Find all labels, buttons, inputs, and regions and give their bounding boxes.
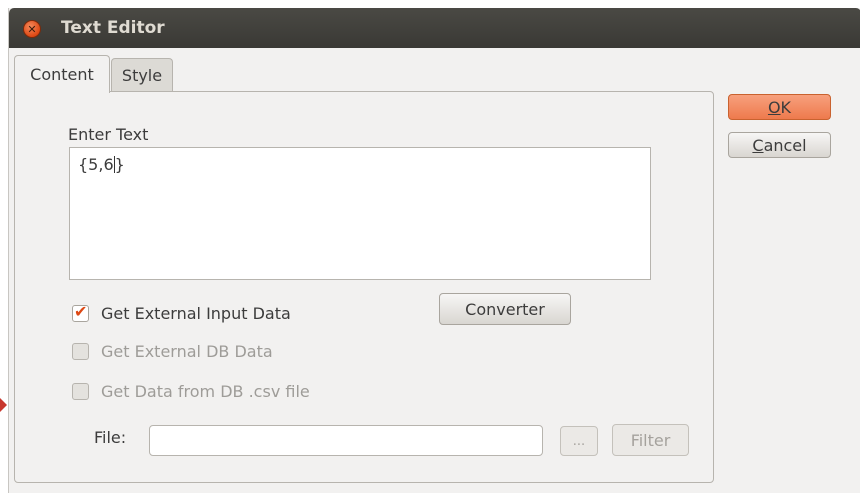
- browse-button: ...: [560, 426, 598, 456]
- text-input-area[interactable]: {5,6}: [69, 147, 651, 280]
- window-title: Text Editor: [61, 18, 165, 38]
- close-icon[interactable]: ✕: [23, 20, 41, 38]
- ok-mnemonic: O: [767, 97, 781, 117]
- filter-button: Filter: [612, 424, 689, 456]
- checkbox-db-csv: Get Data from DB .csv file: [72, 380, 310, 402]
- file-label: File:: [94, 428, 127, 447]
- cancel-button[interactable]: Cancel: [728, 132, 831, 158]
- ok-button[interactable]: OK: [728, 94, 831, 120]
- checkbox-label-db-csv: Get Data from DB .csv file: [101, 381, 310, 401]
- converter-button[interactable]: Converter: [439, 293, 571, 325]
- checkbox-label-external-db: Get External DB Data: [101, 341, 273, 361]
- title-bar: ✕ Text Editor: [9, 8, 860, 48]
- checkbox-box-db-csv: [72, 382, 89, 400]
- cancel-mnemonic: C: [752, 135, 764, 155]
- checkbox-label-external-input: Get External Input Data: [101, 303, 291, 323]
- checkmark-icon[interactable]: [72, 302, 89, 322]
- text-value-end: }: [114, 155, 125, 174]
- checkbox-external-input[interactable]: Get External Input Data: [72, 302, 291, 324]
- tab-style[interactable]: Style: [111, 58, 173, 92]
- checkbox-external-db: Get External DB Data: [72, 340, 273, 362]
- cancel-label-rest: ancel: [763, 135, 807, 155]
- edge-arrow-icon: [0, 398, 7, 412]
- text-value: {5,6: [78, 155, 114, 174]
- tab-content[interactable]: Content: [14, 55, 110, 93]
- checkbox-box-external-db: [72, 342, 89, 360]
- file-path-input[interactable]: [149, 425, 543, 456]
- enter-text-label: Enter Text: [68, 125, 149, 144]
- ok-label-rest: K: [780, 97, 792, 117]
